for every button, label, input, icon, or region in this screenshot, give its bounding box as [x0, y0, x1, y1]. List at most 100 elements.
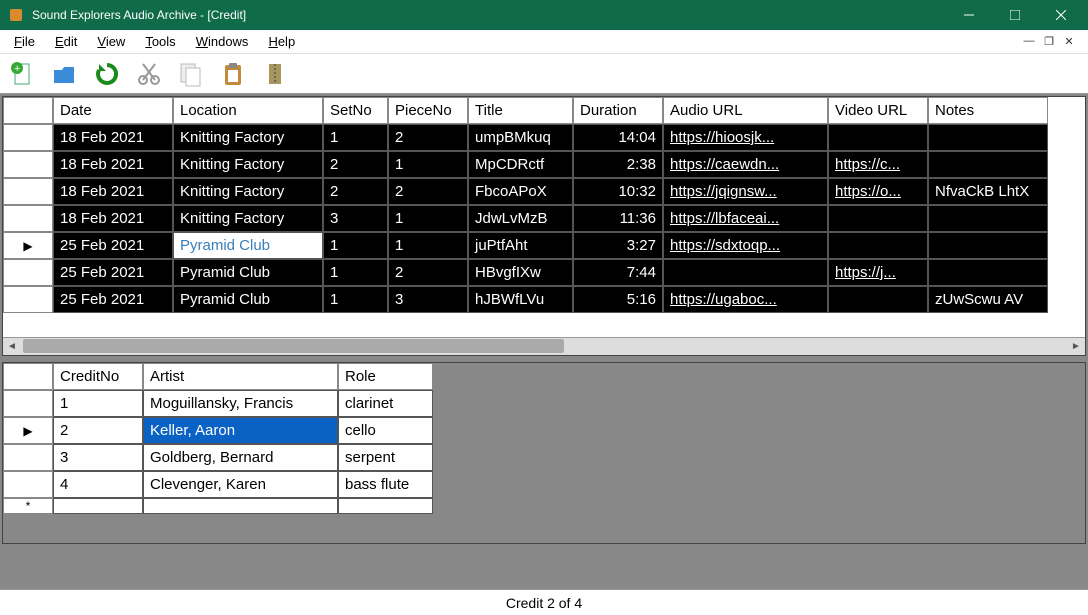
mdi-close-icon[interactable]: ✕: [1062, 35, 1076, 48]
top-cell-duration[interactable]: 11:36: [573, 205, 663, 232]
bot-cell-artist[interactable]: Goldberg, Bernard: [143, 444, 338, 471]
top-cell-audio[interactable]: https://ugaboc...: [663, 286, 828, 313]
bot-col-header[interactable]: Artist: [143, 363, 338, 390]
bot-row-header[interactable]: [3, 444, 53, 471]
top-cell-notes[interactable]: [928, 151, 1048, 178]
cut-icon[interactable]: [132, 57, 166, 91]
top-cell-pieceno[interactable]: 3: [388, 286, 468, 313]
top-row-header[interactable]: [3, 286, 53, 313]
new-icon[interactable]: +: [6, 57, 40, 91]
top-cell-setno[interactable]: 1: [323, 259, 388, 286]
top-cell-notes[interactable]: NfvaCkB LhtX: [928, 178, 1048, 205]
maximize-button[interactable]: [992, 0, 1038, 30]
top-cell-video[interactable]: https://o...: [828, 178, 928, 205]
bot-cell-artist[interactable]: [143, 498, 338, 514]
top-cell-pieceno[interactable]: 2: [388, 178, 468, 205]
bot-row-header[interactable]: ▶: [3, 417, 53, 444]
top-cell-date[interactable]: 25 Feb 2021: [53, 286, 173, 313]
top-col-header[interactable]: Title: [468, 97, 573, 124]
url-link[interactable]: https://lbfaceai...: [670, 210, 779, 227]
bot-cell-artist[interactable]: Clevenger, Karen: [143, 471, 338, 498]
top-cell-title[interactable]: MpCDRctf: [468, 151, 573, 178]
top-cell-location[interactable]: Knitting Factory: [173, 205, 323, 232]
top-cell-pieceno[interactable]: 1: [388, 205, 468, 232]
top-cell-notes[interactable]: [928, 205, 1048, 232]
url-link[interactable]: https://ugaboc...: [670, 291, 777, 308]
top-cell-title[interactable]: JdwLvMzB: [468, 205, 573, 232]
close-button[interactable]: [1038, 0, 1084, 30]
top-cell-setno[interactable]: 1: [323, 124, 388, 151]
top-cell-title[interactable]: HBvgfIXw: [468, 259, 573, 286]
top-cell-location[interactable]: Pyramid Club: [173, 232, 323, 259]
menu-edit[interactable]: Edit: [45, 32, 87, 51]
minimize-button[interactable]: [946, 0, 992, 30]
bot-cell-no[interactable]: 2: [53, 417, 143, 444]
top-cell-notes[interactable]: [928, 124, 1048, 151]
menu-help[interactable]: Help: [258, 32, 305, 51]
top-col-header[interactable]: SetNo: [323, 97, 388, 124]
top-cell-location[interactable]: Knitting Factory: [173, 178, 323, 205]
top-row-header[interactable]: [3, 178, 53, 205]
bot-new-row-header[interactable]: *: [3, 498, 53, 514]
mdi-restore-icon[interactable]: ❐: [1042, 35, 1056, 48]
bot-cell-artist[interactable]: Keller, Aaron: [143, 417, 338, 444]
top-cell-pieceno[interactable]: 1: [388, 232, 468, 259]
top-cell-audio[interactable]: https://caewdn...: [663, 151, 828, 178]
bot-cell-no[interactable]: [53, 498, 143, 514]
top-cell-duration[interactable]: 3:27: [573, 232, 663, 259]
menu-view[interactable]: View: [87, 32, 135, 51]
top-cell-audio[interactable]: https://jqignsw...: [663, 178, 828, 205]
top-row-header[interactable]: ▶: [3, 232, 53, 259]
top-col-header[interactable]: PieceNo: [388, 97, 468, 124]
scroll-thumb[interactable]: [23, 339, 564, 353]
top-scrollbar[interactable]: ◄ ►: [3, 337, 1085, 355]
copy-icon[interactable]: [174, 57, 208, 91]
top-cell-location[interactable]: Knitting Factory: [173, 151, 323, 178]
top-cell-pieceno[interactable]: 2: [388, 124, 468, 151]
top-cell-notes[interactable]: [928, 232, 1048, 259]
bot-cell-role[interactable]: cello: [338, 417, 433, 444]
bot-col-header[interactable]: Role: [338, 363, 433, 390]
top-cell-duration[interactable]: 10:32: [573, 178, 663, 205]
scroll-right-icon[interactable]: ►: [1067, 338, 1085, 355]
top-cell-setno[interactable]: 1: [323, 286, 388, 313]
url-link[interactable]: https://jqignsw...: [670, 183, 777, 200]
top-cell-location[interactable]: Pyramid Club: [173, 286, 323, 313]
top-cell-video[interactable]: https://j...: [828, 259, 928, 286]
top-cell-pieceno[interactable]: 1: [388, 151, 468, 178]
bot-cell-role[interactable]: [338, 498, 433, 514]
top-cell-audio[interactable]: https://sdxtoqp...: [663, 232, 828, 259]
top-cell-date[interactable]: 18 Feb 2021: [53, 178, 173, 205]
top-cell-notes[interactable]: [928, 259, 1048, 286]
top-cell-video[interactable]: [828, 205, 928, 232]
top-cell-location[interactable]: Knitting Factory: [173, 124, 323, 151]
top-cell-video[interactable]: [828, 124, 928, 151]
top-cell-video[interactable]: [828, 232, 928, 259]
url-link[interactable]: https://j...: [835, 264, 896, 281]
top-cell-audio[interactable]: https://hioosjk...: [663, 124, 828, 151]
menu-file[interactable]: File: [4, 32, 45, 51]
top-col-header[interactable]: Date: [53, 97, 173, 124]
top-cell-setno[interactable]: 1: [323, 232, 388, 259]
zip-icon[interactable]: [258, 57, 292, 91]
top-cell-audio[interactable]: https://lbfaceai...: [663, 205, 828, 232]
top-grid[interactable]: DateLocationSetNoPieceNoTitleDurationAud…: [3, 97, 1085, 313]
top-cell-date[interactable]: 25 Feb 2021: [53, 259, 173, 286]
top-cell-setno[interactable]: 2: [323, 178, 388, 205]
top-col-header[interactable]: Audio URL: [663, 97, 828, 124]
top-row-header-corner[interactable]: [3, 97, 53, 124]
top-row-header[interactable]: [3, 205, 53, 232]
paste-icon[interactable]: [216, 57, 250, 91]
top-cell-date[interactable]: 18 Feb 2021: [53, 151, 173, 178]
menu-tools[interactable]: Tools: [135, 32, 185, 51]
menu-windows[interactable]: Windows: [186, 32, 259, 51]
top-cell-video[interactable]: https://c...: [828, 151, 928, 178]
top-cell-duration[interactable]: 5:16: [573, 286, 663, 313]
bottom-grid[interactable]: CreditNoArtistRole1Moguillansky, Francis…: [3, 363, 433, 514]
top-cell-duration[interactable]: 14:04: [573, 124, 663, 151]
url-link[interactable]: https://o...: [835, 183, 901, 200]
top-cell-title[interactable]: hJBWfLVu: [468, 286, 573, 313]
top-col-header[interactable]: Video URL: [828, 97, 928, 124]
top-cell-notes[interactable]: zUwScwu AV: [928, 286, 1048, 313]
top-col-header[interactable]: Duration: [573, 97, 663, 124]
